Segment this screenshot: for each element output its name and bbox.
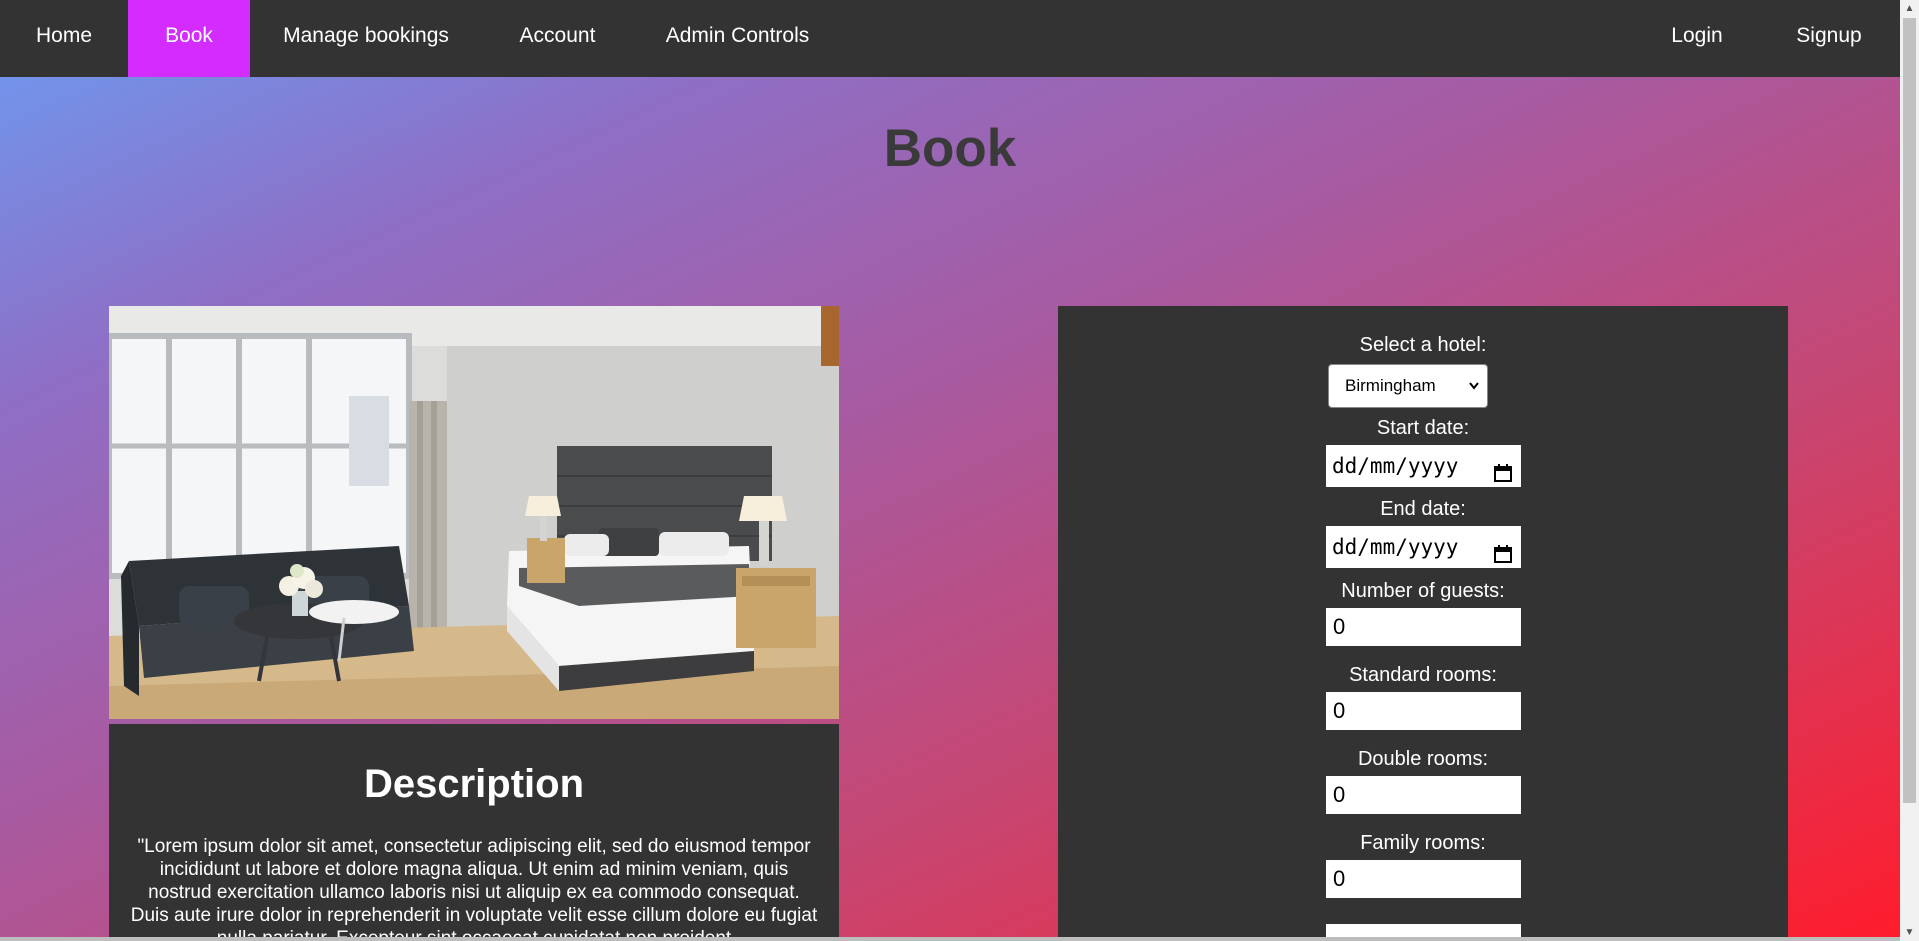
horizontal-scroll-edge [0, 937, 1900, 941]
chevron-down-icon [1467, 365, 1481, 423]
scroll-down-icon[interactable]: ▼ [1900, 924, 1919, 941]
end-date-placeholder: dd/mm/yyyy [1332, 535, 1459, 559]
guests-input[interactable]: 0 [1326, 608, 1521, 646]
nav-manage-bookings[interactable]: Manage bookings [250, 0, 482, 77]
family-rooms-input[interactable]: 0 [1326, 860, 1521, 898]
nav-book[interactable]: Book [128, 0, 250, 77]
double-rooms-label: Double rooms: [1357, 748, 1489, 770]
calendar-icon[interactable] [1493, 536, 1513, 563]
start-date-label: Start date: [1376, 417, 1470, 439]
nav-login[interactable]: Login [1636, 0, 1758, 77]
scroll-up-icon[interactable]: ▲ [1900, 0, 1919, 17]
page-viewport: Home Book Manage bookings Account Admin … [0, 0, 1900, 941]
hotel-room-image [109, 306, 839, 719]
end-date-input[interactable]: dd/mm/yyyy [1326, 526, 1521, 568]
description-text: "Lorem ipsum dolor sit amet, consectetur… [130, 836, 818, 941]
nav-account[interactable]: Account [482, 0, 633, 77]
hotel-select[interactable]: Birmingham [1328, 364, 1488, 408]
end-date-label: End date: [1380, 498, 1466, 520]
start-date-placeholder: dd/mm/yyyy [1332, 454, 1459, 478]
scrollbar-thumb[interactable] [1903, 18, 1916, 803]
description-panel: Description "Lorem ipsum dolor sit amet,… [109, 724, 839, 941]
vertical-scrollbar[interactable]: ▲ ▼ [1900, 0, 1919, 941]
standard-rooms-input[interactable]: 0 [1326, 692, 1521, 730]
hotel-select-value: Birmingham [1345, 376, 1436, 395]
calendar-icon[interactable] [1493, 455, 1513, 482]
double-rooms-input[interactable]: 0 [1326, 776, 1521, 814]
standard-rooms-label: Standard rooms: [1349, 664, 1497, 686]
page-title: Book [883, 119, 1017, 178]
guests-label: Number of guests: [1341, 580, 1505, 602]
top-navbar: Home Book Manage bookings Account Admin … [0, 0, 1900, 77]
hotel-label: Select a hotel: [1359, 334, 1487, 356]
start-date-input[interactable]: dd/mm/yyyy [1326, 445, 1521, 487]
booking-form-panel: Select a hotel: Birmingham Start date: d… [1058, 306, 1788, 941]
nav-home[interactable]: Home [0, 0, 128, 77]
nav-signup[interactable]: Signup [1758, 0, 1900, 77]
nav-admin-controls[interactable]: Admin Controls [633, 0, 842, 77]
family-rooms-label: Family rooms: [1360, 832, 1486, 854]
description-title: Description [363, 762, 585, 806]
